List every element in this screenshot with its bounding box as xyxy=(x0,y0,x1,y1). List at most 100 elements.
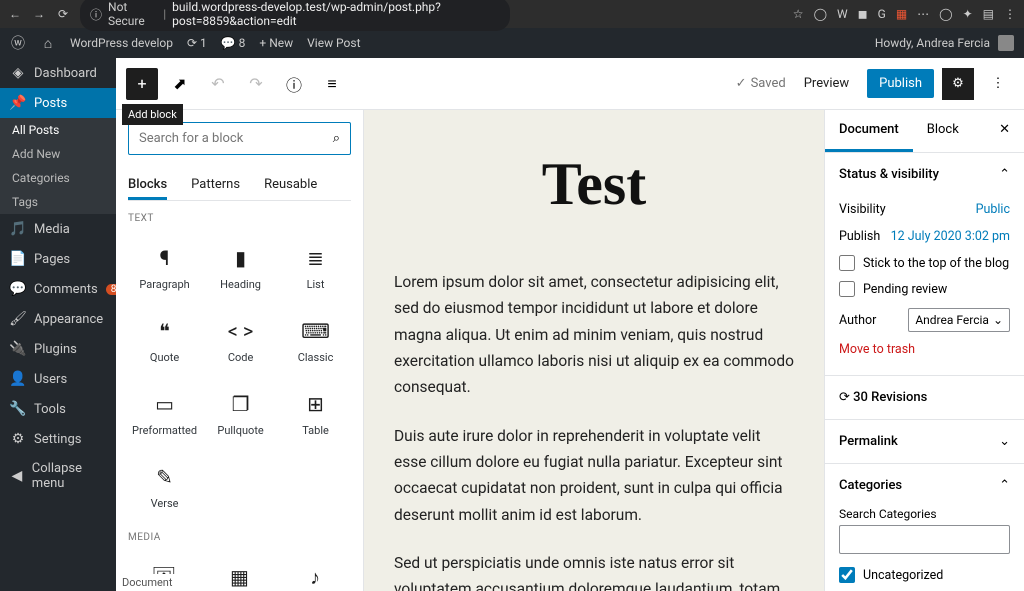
block-icon: ✎ xyxy=(156,465,173,489)
ext-icon[interactable]: ▦ xyxy=(896,7,907,21)
tab-blocks[interactable]: Blocks xyxy=(128,169,167,200)
visibility-value[interactable]: Public xyxy=(976,202,1010,217)
sidebar-item-users[interactable]: 👤Users xyxy=(0,364,116,394)
wp-admin-bar: ⓦ ⌂ WordPress develop ⟳ 1 💬 8 + New View… xyxy=(0,28,1024,58)
search-categories-input[interactable] xyxy=(839,525,1010,554)
chevron-down-icon: ⌄ xyxy=(993,313,1003,327)
ext-icon[interactable]: ◼ xyxy=(858,7,868,21)
block-code[interactable]: < >Code xyxy=(205,305,276,374)
block-list[interactable]: ≣List xyxy=(280,232,351,301)
author-select[interactable]: Andrea Fercia ⌄ xyxy=(908,308,1010,332)
add-block-button[interactable]: + xyxy=(126,68,158,100)
forward-icon[interactable]: → xyxy=(32,7,46,21)
updates-icon[interactable]: ⟳ 1 xyxy=(187,36,207,50)
back-icon[interactable]: ← xyxy=(8,7,22,21)
address-bar[interactable]: ⓘ Not Secure | build.wordpress-develop.t… xyxy=(80,0,510,31)
ext-icon[interactable]: ◯ xyxy=(814,7,827,21)
sidebar-item-pages[interactable]: 📄Pages xyxy=(0,244,116,274)
block-audio[interactable]: ♪Audio xyxy=(279,551,351,591)
panel-revisions[interactable]: ⟳ 30 Revisions xyxy=(825,376,1024,419)
redo-button[interactable]: ↷ xyxy=(240,68,272,100)
menu-icon[interactable]: ⋮ xyxy=(1004,7,1016,21)
cat-uncategorized[interactable]: Uncategorized xyxy=(839,562,1010,588)
block-quote[interactable]: ❝Quote xyxy=(128,305,201,374)
preview-button[interactable]: Preview xyxy=(794,70,859,97)
admin-sidebar: ◈Dashboard 📌Posts All Posts Add New Cate… xyxy=(0,58,116,591)
pending-checkbox[interactable]: Pending review xyxy=(839,276,1010,302)
block-heading[interactable]: ▮Heading xyxy=(205,232,276,301)
ext-icon[interactable]: ⋯ xyxy=(917,7,929,21)
block-verse[interactable]: ✎Verse xyxy=(128,451,201,520)
view-post-link[interactable]: View Post xyxy=(307,36,360,50)
editor-canvas[interactable]: Test Lorem ipsum dolor sit amet, consect… xyxy=(364,110,824,591)
comments-icon[interactable]: 💬 8 xyxy=(221,36,246,50)
sidebar-item-posts[interactable]: 📌Posts xyxy=(0,88,116,118)
ext-icon[interactable]: ◯ xyxy=(939,7,952,21)
panel-permalink[interactable]: Permalink⌄ xyxy=(825,420,1024,463)
outline-button[interactable]: ≡ xyxy=(316,68,348,100)
saved-indicator: ✓ Saved xyxy=(736,76,786,91)
info-button[interactable]: ⓘ xyxy=(278,68,310,100)
panel-status[interactable]: Status & visibility⌃ xyxy=(825,153,1024,196)
sidebar-item-comments[interactable]: 💬Comments 8 xyxy=(0,274,116,304)
ext-icon[interactable]: W xyxy=(837,7,848,21)
url-text: build.wordpress-develop.test/wp-admin/po… xyxy=(172,0,500,28)
sidebar-sub-tags[interactable]: Tags xyxy=(0,190,116,214)
post-title[interactable]: Test xyxy=(394,150,794,219)
sidebar-item-media[interactable]: 🎵Media xyxy=(0,214,116,244)
chevron-down-icon: ⌄ xyxy=(999,434,1010,449)
reload-icon[interactable]: ⟳ xyxy=(56,7,70,21)
wp-logo-icon[interactable]: ⓦ xyxy=(10,35,26,51)
ext-icon[interactable]: G xyxy=(878,7,886,21)
ext-icon[interactable]: ✦ xyxy=(963,7,973,21)
settings-toggle-button[interactable]: ⚙ xyxy=(942,68,974,100)
comment-icon: 💬 xyxy=(10,281,26,297)
sidebar-item-tools[interactable]: 🔧Tools xyxy=(0,394,116,424)
tab-reusable[interactable]: Reusable xyxy=(264,169,317,200)
panel-categories[interactable]: Categories⌃ xyxy=(825,464,1024,507)
more-menu-button[interactable]: ⋮ xyxy=(982,68,1014,100)
tab-block[interactable]: Block xyxy=(913,110,973,152)
howdy-text[interactable]: Howdy, Andrea Fercia xyxy=(875,36,990,50)
info-icon: ⓘ xyxy=(90,6,102,23)
sticky-checkbox[interactable]: Stick to the top of the blog xyxy=(839,250,1010,276)
home-icon[interactable]: ⌂ xyxy=(40,35,56,51)
star-icon[interactable]: ☆ xyxy=(793,7,804,21)
block-icon: ¶ xyxy=(160,246,170,270)
pin-icon: 📌 xyxy=(10,95,26,111)
sidebar-item-appearance[interactable]: 🖌Appearance xyxy=(0,304,116,334)
paragraph-block[interactable]: Sed ut perspiciatis unde omnis iste natu… xyxy=(394,550,794,591)
block-gallery[interactable]: ▦Gallery xyxy=(204,551,276,591)
sidebar-item-dashboard[interactable]: ◈Dashboard xyxy=(0,58,116,88)
sidebar-sub-all-posts[interactable]: All Posts xyxy=(0,118,116,142)
block-table[interactable]: ⊞Table xyxy=(280,378,351,447)
security-label: Not Secure xyxy=(108,0,157,28)
paragraph-block[interactable]: Lorem ipsum dolor sit amet, consectetur … xyxy=(394,269,794,401)
block-search[interactable]: ⌕ xyxy=(128,122,351,155)
move-to-trash[interactable]: Move to trash xyxy=(839,338,1010,361)
avatar-icon[interactable] xyxy=(998,35,1014,51)
block-preformatted[interactable]: ▭Preformatted xyxy=(128,378,201,447)
ext-icon[interactable]: ▤ xyxy=(983,7,994,21)
publish-date[interactable]: 12 July 2020 3:02 pm xyxy=(891,229,1010,244)
sidebar-sub-categories[interactable]: Categories xyxy=(0,166,116,190)
sidebar-item-plugins[interactable]: 🔌Plugins xyxy=(0,334,116,364)
sidebar-item-settings[interactable]: ⚙Settings xyxy=(0,424,116,454)
block-icon: ♪ xyxy=(310,565,320,590)
block-paragraph[interactable]: ¶Paragraph xyxy=(128,232,201,301)
tab-patterns[interactable]: Patterns xyxy=(191,169,240,200)
wrench-icon: 🔧 xyxy=(10,401,26,417)
site-name[interactable]: WordPress develop xyxy=(70,36,173,50)
close-settings-button[interactable]: ✕ xyxy=(985,110,1024,152)
paragraph-block[interactable]: Duis aute irure dolor in reprehenderit i… xyxy=(394,423,794,528)
publish-button[interactable]: Publish xyxy=(867,69,934,98)
undo-button[interactable]: ↶ xyxy=(202,68,234,100)
block-pullquote[interactable]: ❐Pullquote xyxy=(205,378,276,447)
block-classic[interactable]: ⌨Classic xyxy=(280,305,351,374)
tab-document[interactable]: Document xyxy=(825,110,913,152)
new-button[interactable]: + New xyxy=(259,36,293,50)
select-tool-button[interactable]: ⬈ xyxy=(164,68,196,100)
block-search-input[interactable] xyxy=(139,131,333,146)
sidebar-collapse[interactable]: ◀Collapse menu xyxy=(0,454,116,498)
sidebar-sub-add-new[interactable]: Add New xyxy=(0,142,116,166)
